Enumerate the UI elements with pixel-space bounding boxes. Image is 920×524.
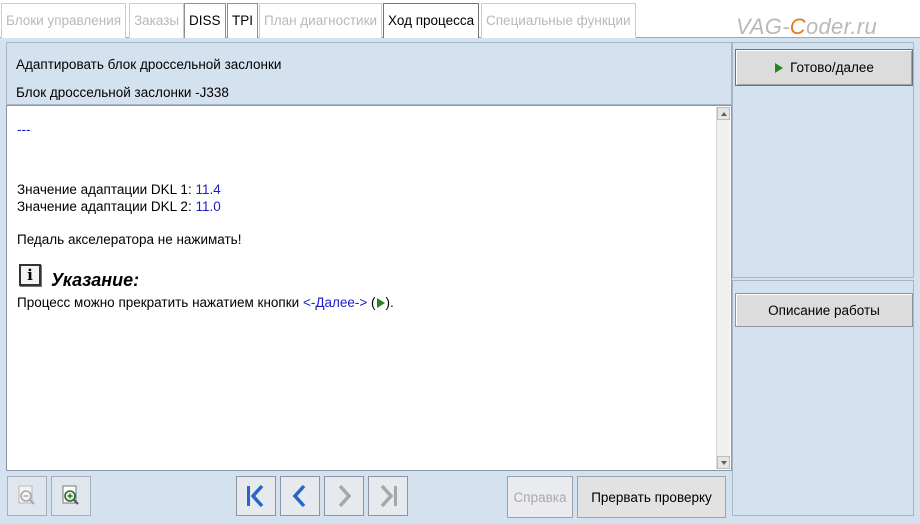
tab-tpi[interactable]: TPI [227,3,259,38]
zoom-in-icon [62,485,79,505]
process-output: --- Значение адаптации DKL 1: 11.4 Значе… [6,105,732,471]
first-page-icon [247,484,264,508]
adaptation-value-1-number: 11.4 [195,182,221,197]
work-description-button[interactable]: Описание работы [735,293,913,327]
adaptation-value-2-number: 11.0 [195,199,221,214]
zoom-out-icon [18,485,35,505]
bottom-toolbar: Справка Прервать проверку [0,472,732,524]
procedure-subtitle: Блок дроссельной заслонки -J338 [16,85,229,100]
prev-icon [292,484,306,508]
zoom-out-button[interactable] [7,476,47,516]
watermark: VAG-Coder.ru [736,14,877,39]
help-button[interactable]: Справка [507,476,573,518]
play-icon [376,298,385,308]
previous-button[interactable] [280,476,320,516]
separator-text: --- [17,122,31,137]
procedure-header: Адаптировать блок дроссельной заслонки Б… [6,42,732,105]
tab-diagnostic-plan[interactable]: План диагностики [259,3,383,38]
adaptation-value-1: Значение адаптации DKL 1: 11.4 [17,182,221,197]
tab-orders[interactable]: Заказы [129,3,185,38]
last-page-icon [380,484,397,508]
scroll-up-button[interactable] [717,107,730,120]
scroll-down-button[interactable] [717,456,730,469]
vertical-scrollbar[interactable] [716,107,730,469]
first-page-button[interactable] [236,476,276,516]
abort-test-button[interactable]: Прервать проверку [577,476,726,518]
done-next-button[interactable]: Готово/далее [735,49,913,86]
right-panel: Готово/далее Описание работы [732,38,920,524]
warning-text: Педаль акселератора не нажимать! [17,232,242,247]
main-area: Адаптировать блок дроссельной заслонки Б… [0,38,920,524]
right-panel-bottom: Описание работы [732,280,914,516]
last-page-button[interactable] [368,476,408,516]
next-icon [338,484,352,508]
right-panel-top: Готово/далее [732,42,914,278]
tab-diss[interactable]: DISS [184,3,226,38]
procedure-title: Адаптировать блок дроссельной заслонки [16,57,282,72]
info-icon: i [19,264,41,286]
adaptation-value-2: Значение адаптации DKL 2: 11.0 [17,199,221,214]
zoom-in-button[interactable] [51,476,91,516]
tab-bar: Блоки управления Заказы DISS TPI План ди… [0,0,920,39]
next-link[interactable]: <-Далее-> [303,295,367,310]
next-button[interactable] [324,476,364,516]
tab-control-units[interactable]: Блоки управления [1,3,127,38]
play-icon [775,62,784,73]
note-text: Процесс можно прекратить нажатием кнопки… [17,295,394,310]
tab-process[interactable]: Ход процесса [383,3,480,39]
note-title: Указание: [51,270,140,290]
tab-special-functions[interactable]: Специальные функции [481,3,636,38]
